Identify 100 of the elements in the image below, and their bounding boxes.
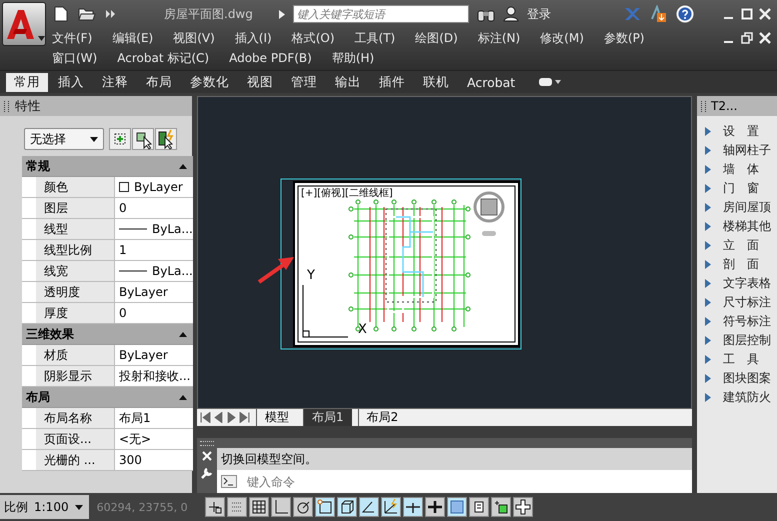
help-icon[interactable]	[675, 4, 695, 24]
menu-item[interactable]: 帮助(H)	[332, 50, 374, 66]
palette-item[interactable]: 符号标注	[723, 313, 771, 330]
menu-item[interactable]: 绘图(D)	[415, 30, 458, 46]
expand-arrow-icon[interactable]	[705, 336, 711, 345]
drafting-toggle-icon[interactable]	[336, 497, 357, 517]
expand-arrow-icon[interactable]	[705, 146, 711, 155]
user-icon[interactable]	[502, 6, 519, 22]
section-header[interactable]: 布局	[22, 387, 193, 408]
expand-arrow-icon[interactable]	[705, 317, 711, 326]
view-label[interactable]: [+][俯视][二维线框]	[301, 188, 393, 199]
drafting-toggle-icon[interactable]	[358, 497, 379, 517]
tab-navigation-icon[interactable]	[213, 412, 224, 423]
drafting-toggle-icon[interactable]	[490, 497, 511, 517]
menu-item[interactable]: 编辑(E)	[112, 30, 154, 46]
menu-item[interactable]: 参数(P)	[604, 30, 644, 46]
ribbon-tab[interactable]: 插件	[371, 72, 413, 92]
palette-item[interactable]: 墙 体	[723, 161, 759, 178]
open-folder-icon[interactable]	[78, 7, 96, 21]
layout-tab[interactable]: 布局2	[358, 409, 406, 426]
ribbon-tab[interactable]: Acrobat	[459, 74, 524, 90]
wrench-icon[interactable]	[200, 466, 214, 480]
expand-arrow-icon[interactable]	[705, 127, 711, 136]
close-icon[interactable]	[759, 32, 771, 44]
new-file-icon[interactable]	[54, 6, 68, 22]
ribbon-tab[interactable]: 参数化	[182, 72, 237, 92]
expand-arrow-icon[interactable]	[705, 241, 711, 250]
expand-arrow-icon[interactable]	[705, 165, 711, 174]
command-prompt-icon[interactable]	[217, 470, 241, 493]
menu-item[interactable]: 工具(T)	[354, 30, 396, 46]
menu-item[interactable]: 视图(V)	[173, 30, 215, 46]
drawing-canvas[interactable]: [+][俯视][二维线框] Y X	[197, 96, 692, 409]
drafting-toggle-icon[interactable]	[380, 497, 401, 517]
expand-arrow-icon[interactable]	[705, 298, 711, 307]
palette-item[interactable]: 房间屋顶	[723, 199, 771, 216]
palette-item[interactable]: 立 面	[723, 237, 759, 254]
ribbon-tab[interactable]: 联机	[415, 72, 457, 92]
close-icon[interactable]	[759, 8, 771, 20]
palette-item[interactable]: 文字表格	[723, 275, 771, 292]
layout-tab[interactable]: 模型	[256, 409, 297, 426]
login-link[interactable]: 登录	[526, 6, 551, 22]
palette-item[interactable]: 轴网柱子	[723, 142, 771, 159]
double-chevron-icon[interactable]	[106, 10, 116, 18]
drafting-toggle-icon[interactable]	[226, 497, 247, 517]
ribbon-tab[interactable]: 注释	[94, 72, 136, 92]
menu-item[interactable]: Adobe PDF(B)	[229, 51, 312, 65]
menu-item[interactable]: 文件(F)	[52, 30, 92, 46]
ribbon-tab[interactable]: 管理	[283, 72, 325, 92]
menu-item[interactable]: 修改(M)	[540, 30, 584, 46]
tab-navigation-icon[interactable]	[226, 412, 237, 423]
viewcube-icon[interactable]	[474, 192, 504, 236]
triangle-icon[interactable]	[278, 10, 285, 18]
palette-item[interactable]: 图层控制	[723, 332, 771, 349]
ribbon-tab[interactable]: 布局	[138, 72, 180, 92]
maximize-icon[interactable]	[741, 8, 753, 20]
toggle-pickadd-icon[interactable]	[109, 128, 131, 150]
palette-item[interactable]: 设 置	[723, 123, 759, 140]
section-header[interactable]: 三维效果	[22, 324, 193, 345]
menu-item[interactable]: 窗口(W)	[52, 50, 98, 66]
palette-item[interactable]: 楼梯其他	[723, 218, 771, 235]
palette-item[interactable]: 门 窗	[723, 180, 759, 197]
palette-item[interactable]: 尺寸标注	[723, 294, 771, 311]
menu-item[interactable]: Acrobat 标记(C)	[117, 50, 210, 66]
tab-navigation-icon[interactable]	[239, 412, 250, 423]
drafting-toggle-icon[interactable]	[402, 497, 423, 517]
expand-arrow-icon[interactable]	[705, 355, 711, 364]
expand-arrow-icon[interactable]	[705, 203, 711, 212]
panel-toggle-icon[interactable]	[539, 77, 562, 87]
search-field[interactable]: 键入关键字或短语	[292, 5, 469, 23]
viewport-border[interactable]	[280, 178, 522, 350]
drafting-toggle-icon[interactable]	[424, 497, 445, 517]
drafting-toggle-icon[interactable]	[204, 497, 225, 517]
section-header[interactable]: 常规	[22, 156, 193, 177]
drafting-toggle-icon[interactable]	[270, 497, 291, 517]
command-input[interactable]: 键入命令	[241, 470, 692, 493]
palette-item[interactable]: 图块图案	[723, 370, 771, 387]
expand-arrow-icon[interactable]	[705, 374, 711, 383]
expand-arrow-icon[interactable]	[705, 260, 711, 269]
ribbon-tab[interactable]: 视图	[239, 72, 281, 92]
drafting-toggle-icon[interactable]	[468, 497, 489, 517]
palette-item[interactable]: 工 具	[723, 351, 759, 368]
restore-icon[interactable]	[741, 32, 753, 44]
menu-item[interactable]: 标注(N)	[478, 30, 520, 46]
expand-arrow-icon[interactable]	[705, 222, 711, 231]
application-menu-button[interactable]	[2, 2, 46, 46]
ribbon-tab[interactable]: 常用	[6, 72, 48, 92]
palette-item[interactable]: 剖 面	[723, 256, 759, 273]
select-objects-icon[interactable]	[132, 128, 154, 150]
exchange-download-icon[interactable]	[649, 5, 667, 23]
drafting-toggle-icon[interactable]	[446, 497, 467, 517]
quick-select-icon[interactable]	[155, 128, 177, 150]
scale-dropdown[interactable]: 比例 1:100	[0, 495, 89, 519]
drafting-toggle-icon[interactable]	[314, 497, 335, 517]
tab-navigation-icon[interactable]	[200, 412, 211, 423]
menu-item[interactable]: 格式(O)	[292, 30, 335, 46]
layout-tab[interactable]: 布局1	[303, 409, 352, 426]
menu-item[interactable]: 插入(I)	[234, 30, 272, 46]
palette-item[interactable]: 建筑防火	[723, 389, 771, 406]
expand-arrow-icon[interactable]	[705, 393, 711, 402]
ribbon-tab[interactable]: 输出	[327, 72, 369, 92]
